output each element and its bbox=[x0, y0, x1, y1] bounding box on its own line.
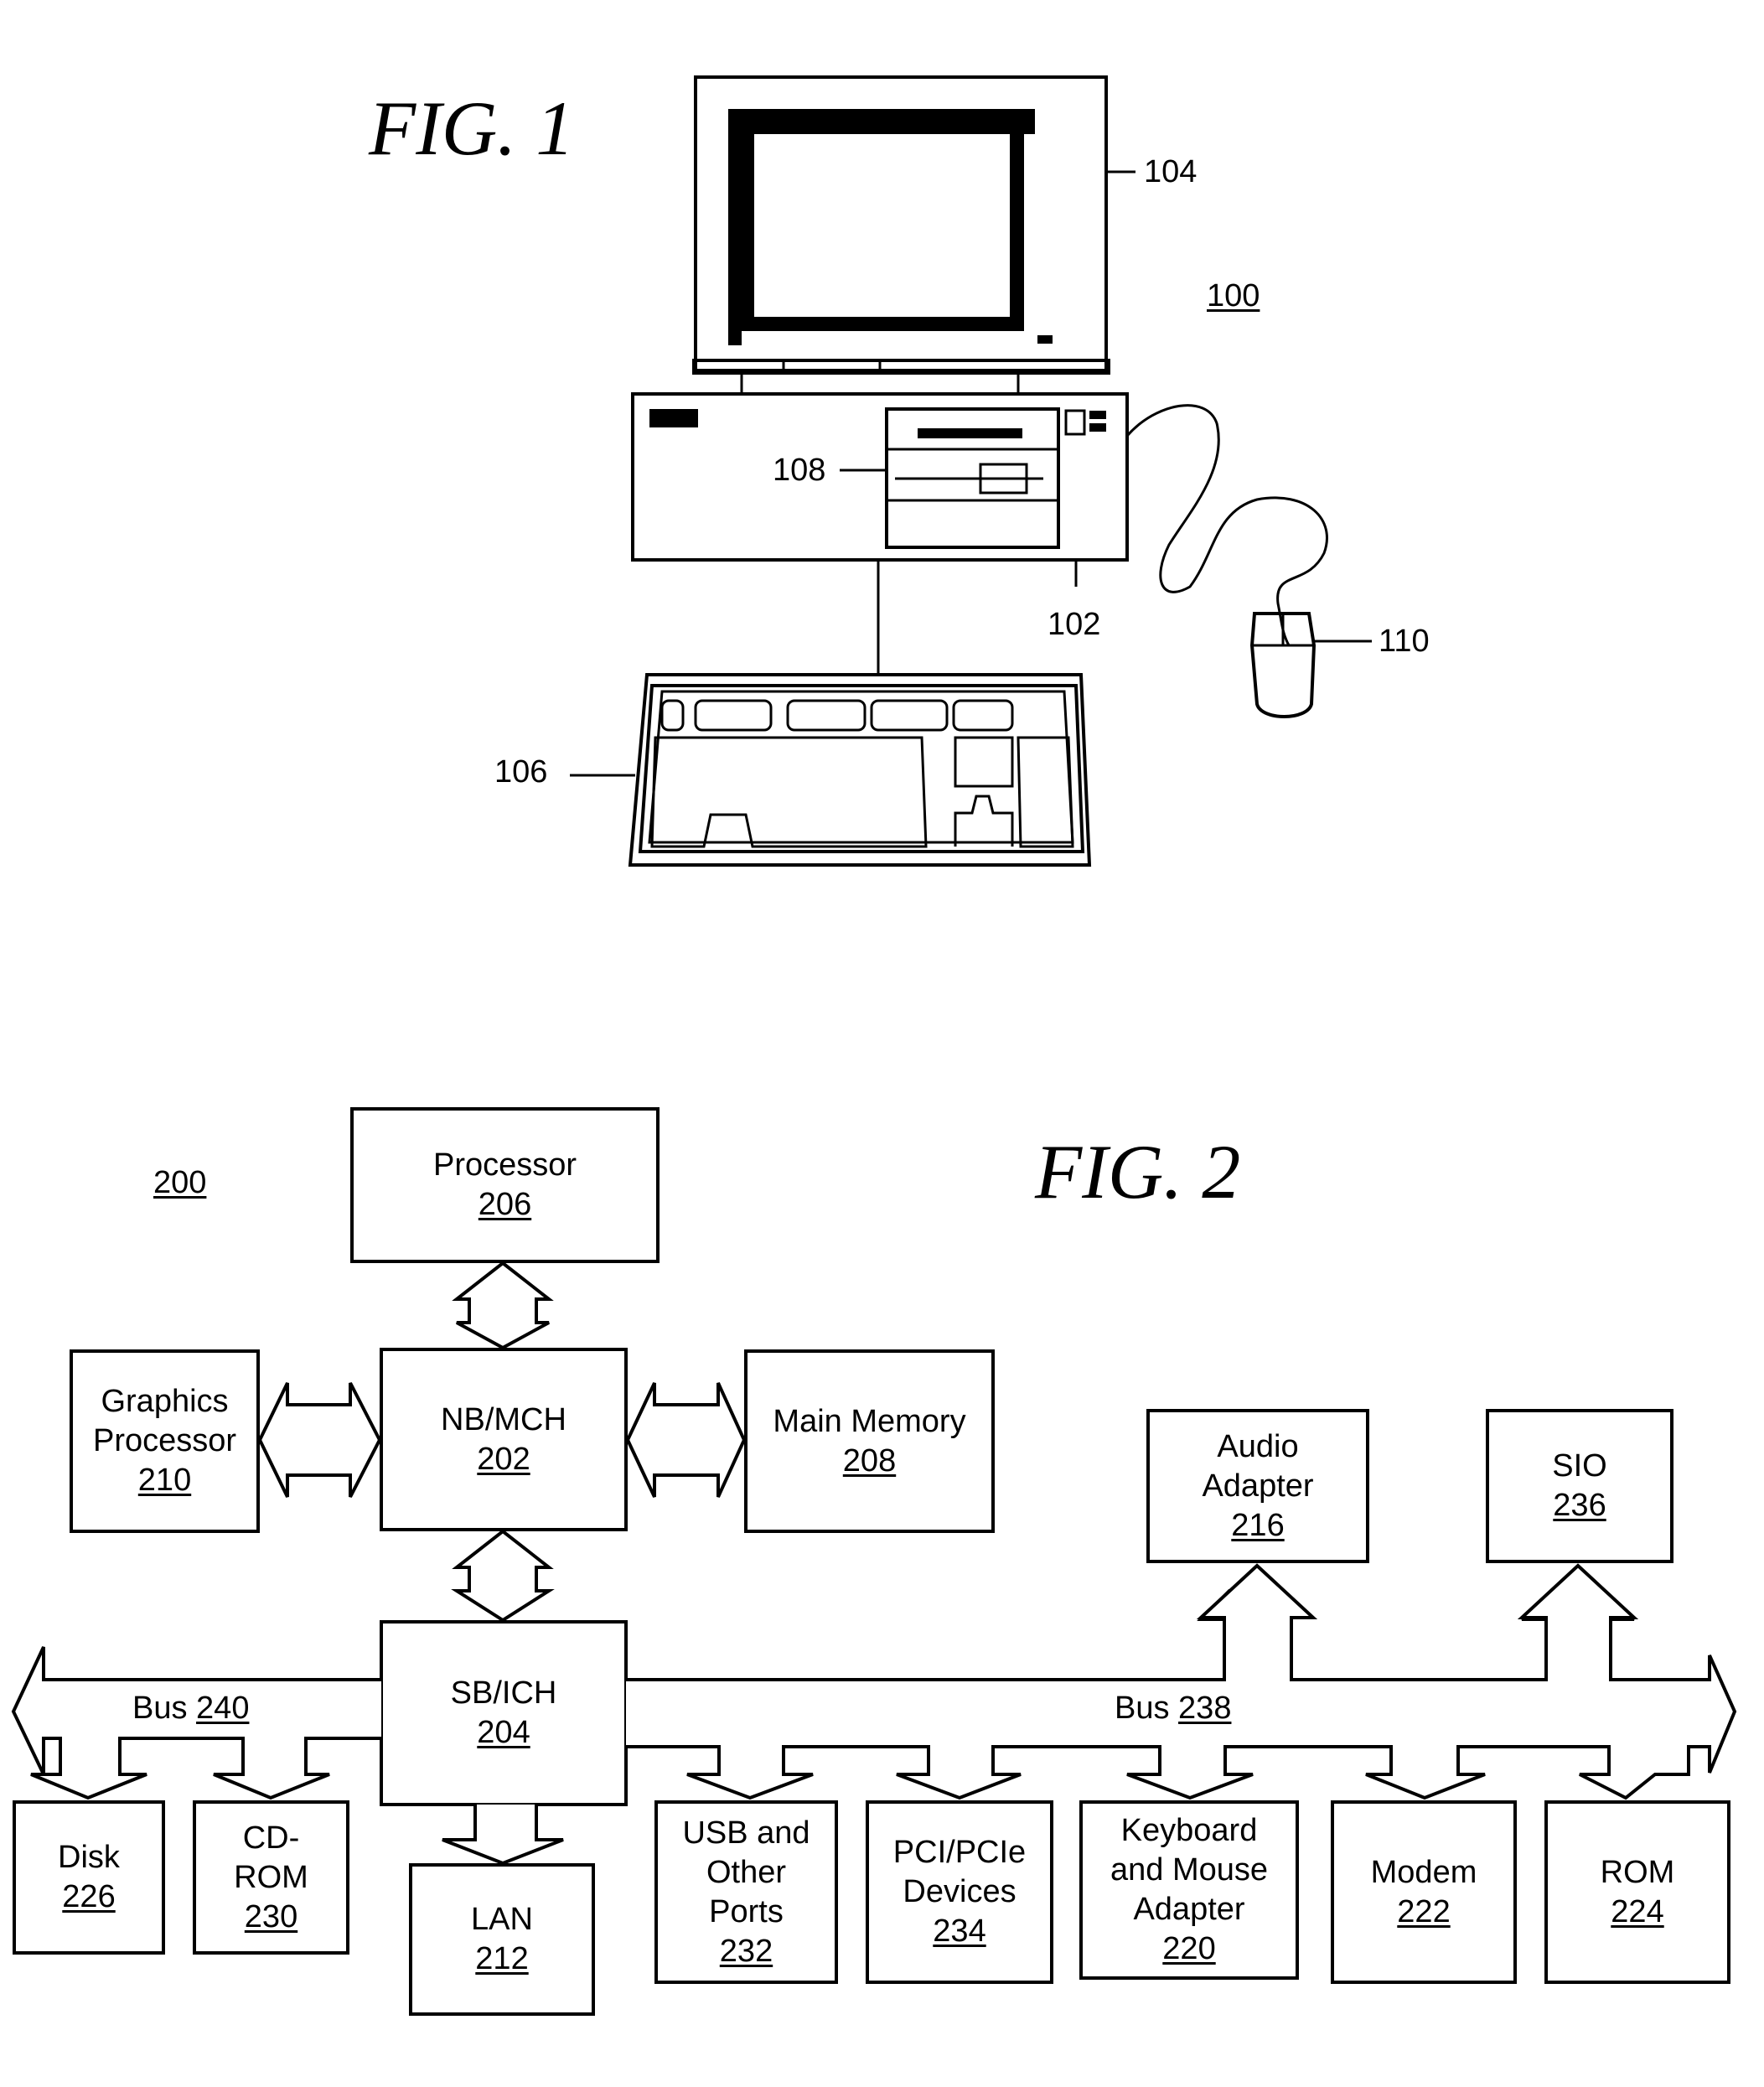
bus-240-ref: 240 bbox=[196, 1691, 250, 1726]
kbd-mouse-block: Keyboard and Mouse Adapter 220 bbox=[1081, 1802, 1297, 1978]
fig1-drawing bbox=[570, 75, 1372, 867]
usb-ref: 232 bbox=[719, 1933, 773, 1969]
usb-label-2: Other bbox=[706, 1854, 787, 1890]
audio-ref: 216 bbox=[1231, 1507, 1285, 1543]
processor-label: Processor bbox=[432, 1147, 577, 1183]
mouse bbox=[1249, 612, 1317, 718]
modem-block: Modem 222 bbox=[1332, 1802, 1515, 1982]
pci-label-2: Devices bbox=[903, 1874, 1016, 1909]
main-memory-label: Main Memory bbox=[773, 1403, 966, 1439]
rom-ref: 224 bbox=[1611, 1893, 1664, 1929]
kbd-mouse-label-3: Adapter bbox=[1133, 1892, 1245, 1927]
nb-mch-ref: 202 bbox=[477, 1441, 530, 1477]
fig2-title: FIG. 2 bbox=[1035, 1129, 1241, 1214]
main-memory-block: Main Memory 208 bbox=[746, 1351, 993, 1531]
audio-label-1: Audio bbox=[1217, 1428, 1299, 1464]
lan-label: LAN bbox=[471, 1902, 533, 1937]
rom-label: ROM bbox=[1600, 1854, 1675, 1890]
arrow-bus-audio bbox=[1196, 1563, 1318, 1680]
pci-ref: 234 bbox=[933, 1914, 986, 1949]
modem-ref: 222 bbox=[1397, 1893, 1451, 1929]
arrow-nb-memory bbox=[625, 1382, 747, 1498]
bus-238-text: Bus bbox=[1115, 1691, 1170, 1726]
audio-label-2: Adapter bbox=[1202, 1468, 1314, 1504]
modem-label: Modem bbox=[1370, 1854, 1477, 1890]
kbd-mouse-label-2: and Mouse bbox=[1110, 1852, 1268, 1888]
nb-mch-block: NB/MCH 202 bbox=[381, 1349, 626, 1530]
kbd-mouse-label-1: Keyboard bbox=[1120, 1813, 1258, 1848]
callout-104: 104 bbox=[1144, 154, 1198, 189]
mouse-cable bbox=[1125, 404, 1328, 646]
pci-block: PCI/PCIe Devices 234 bbox=[867, 1802, 1052, 1982]
arrow-graphics-nb bbox=[257, 1382, 382, 1498]
callout-106: 106 bbox=[494, 754, 548, 790]
monitor-screen-bezel bbox=[728, 109, 1035, 345]
disk-label: Disk bbox=[58, 1840, 120, 1875]
graphics-block: Graphics Processor 210 bbox=[71, 1351, 258, 1531]
audio-block: Audio Adapter 216 bbox=[1148, 1411, 1368, 1561]
callout-108: 108 bbox=[773, 453, 826, 488]
cdrom-block: CD- ROM 230 bbox=[194, 1802, 348, 1953]
sb-ich-block: SB/ICH 204 bbox=[381, 1622, 626, 1805]
bus-238-ref: 238 bbox=[1178, 1691, 1232, 1726]
bus-240-text: Bus bbox=[132, 1691, 188, 1726]
keyboard bbox=[628, 673, 1092, 867]
nb-mch-label: NB/MCH bbox=[441, 1401, 566, 1437]
bus-238-label: Bus 238 bbox=[1115, 1689, 1231, 1727]
usb-label-1: USB and bbox=[682, 1815, 810, 1851]
sio-block: SIO 236 bbox=[1487, 1411, 1672, 1561]
graphics-ref: 210 bbox=[137, 1463, 192, 1498]
cdrom-ref: 230 bbox=[244, 1898, 298, 1934]
sb-ich-ref: 204 bbox=[477, 1715, 530, 1750]
graphics-label-2: Processor bbox=[92, 1423, 237, 1458]
arrow-sb-lan bbox=[442, 1805, 564, 1866]
lan-block: LAN 212 bbox=[411, 1865, 593, 2014]
sio-label: SIO bbox=[1552, 1448, 1607, 1484]
bus-240-label: Bus 240 bbox=[132, 1689, 249, 1727]
monitor bbox=[692, 75, 1110, 394]
arrow-processor-nb bbox=[452, 1261, 554, 1350]
processor-ref: 206 bbox=[478, 1187, 532, 1222]
callout-102: 102 bbox=[1048, 607, 1101, 642]
usb-block: USB and Other Ports 232 bbox=[656, 1802, 836, 1982]
pci-label-1: PCI/PCIe bbox=[892, 1835, 1027, 1870]
kbd-mouse-ref: 220 bbox=[1162, 1931, 1216, 1966]
usb-label-3: Ports bbox=[709, 1893, 784, 1929]
cdrom-label-1: CD- bbox=[242, 1820, 300, 1856]
processor-block: Processor 206 bbox=[352, 1109, 658, 1261]
disk-block: Disk 226 bbox=[14, 1802, 163, 1953]
callout-110: 110 bbox=[1379, 624, 1430, 659]
monitor-power-led bbox=[1037, 335, 1053, 344]
fig1-title: FIG. 1 bbox=[369, 85, 575, 171]
sb-ich-label: SB/ICH bbox=[450, 1675, 557, 1711]
cdrom-label-2: ROM bbox=[234, 1859, 308, 1895]
lan-ref: 212 bbox=[475, 1941, 529, 1976]
system-unit bbox=[631, 392, 1129, 562]
arrow-bus-sio bbox=[1517, 1563, 1639, 1680]
sio-ref: 236 bbox=[1553, 1488, 1606, 1523]
disk-ref: 226 bbox=[62, 1879, 116, 1914]
system-ref-100: 100 bbox=[1207, 278, 1260, 313]
system-ref-200: 200 bbox=[153, 1165, 207, 1200]
graphics-label-1: Graphics bbox=[101, 1384, 229, 1419]
main-memory-ref: 208 bbox=[842, 1442, 897, 1479]
power-button bbox=[649, 409, 698, 427]
arrow-nb-sb bbox=[451, 1529, 555, 1623]
rom-block: ROM 224 bbox=[1546, 1802, 1729, 1982]
